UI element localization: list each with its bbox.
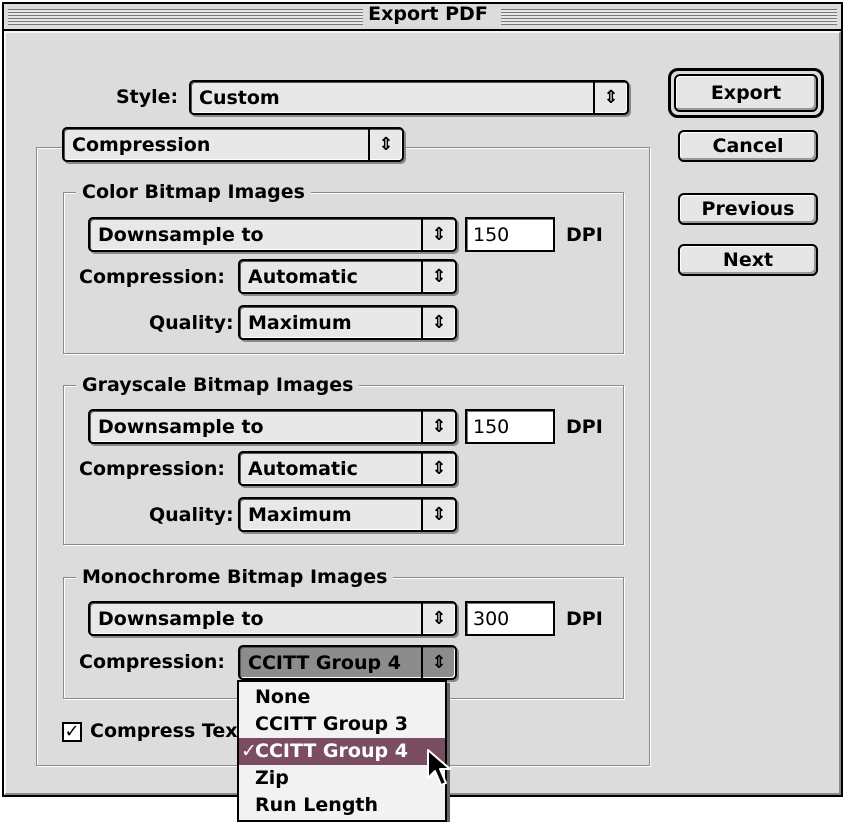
export-button[interactable]: Export <box>674 74 818 112</box>
color-sampling-value: Downsample to <box>98 224 264 246</box>
up-down-arrows-icon: ⇕ <box>368 129 402 160</box>
monochrome-compression-select[interactable]: CCITT Group 4 ⇕ <box>238 645 457 680</box>
grayscale-compression-label: Compression: <box>79 458 225 480</box>
style-label: Style: <box>116 86 179 108</box>
check-icon: ✓ <box>241 740 257 762</box>
up-down-arrows-icon: ⇕ <box>421 261 455 292</box>
previous-button[interactable]: Previous <box>678 193 818 225</box>
grayscale-sampling-value: Downsample to <box>98 416 264 438</box>
grayscale-bitmap-title: Grayscale Bitmap Images <box>76 374 360 396</box>
menu-item-ccitt-group-3[interactable]: CCITT Group 3 <box>239 711 445 738</box>
title-bar-stripes-right <box>501 9 837 25</box>
color-bitmap-title: Color Bitmap Images <box>76 181 311 203</box>
color-compression-label: Compression: <box>79 266 225 288</box>
style-select[interactable]: Custom ⇕ <box>189 80 629 115</box>
compress-text-checkbox[interactable]: ✓ <box>62 722 82 742</box>
monochrome-sampling-value: Downsample to <box>98 608 264 630</box>
color-quality-value: Maximum <box>248 312 352 334</box>
monochrome-dpi-field[interactable]: 300 <box>465 601 555 636</box>
up-down-arrows-icon: ⇕ <box>421 499 455 530</box>
grayscale-quality-label: Quality: <box>149 504 234 526</box>
menu-item-none[interactable]: None <box>239 684 445 711</box>
monochrome-compression-value: CCITT Group 4 <box>248 652 401 674</box>
color-compression-select[interactable]: Automatic ⇕ <box>238 259 457 294</box>
up-down-arrows-icon: ⇕ <box>421 219 455 250</box>
color-quality-select[interactable]: Maximum ⇕ <box>238 305 457 340</box>
next-button[interactable]: Next <box>678 244 818 276</box>
grayscale-compression-value: Automatic <box>248 458 358 480</box>
grayscale-dpi-field[interactable]: 150 <box>465 409 555 444</box>
monochrome-sampling-select[interactable]: Downsample to ⇕ <box>88 601 457 636</box>
grayscale-quality-value: Maximum <box>248 504 352 526</box>
up-down-arrows-icon: ⇕ <box>421 603 455 634</box>
style-select-value: Custom <box>199 87 280 109</box>
grayscale-compression-select[interactable]: Automatic ⇕ <box>238 451 457 486</box>
up-down-arrows-icon: ⇕ <box>421 453 455 484</box>
title-bar-stripes-left <box>8 9 363 25</box>
mouse-pointer-icon <box>427 749 451 786</box>
window-title: Export PDF <box>363 5 493 27</box>
monochrome-compression-label: Compression: <box>79 651 225 673</box>
up-down-arrows-icon: ⇕ <box>593 82 627 113</box>
color-sampling-select[interactable]: Downsample to ⇕ <box>88 217 457 252</box>
up-down-arrows-icon: ⇕ <box>421 647 455 678</box>
menu-item-run-length[interactable]: Run Length <box>239 792 445 819</box>
menu-item-ccitt-group-4-label: CCITT Group 4 <box>255 740 408 762</box>
color-dpi-field[interactable]: 150 <box>465 217 555 252</box>
compression-menu: None CCITT Group 3 ✓ CCITT Group 4 Zip R… <box>237 680 447 822</box>
up-down-arrows-icon: ⇕ <box>421 411 455 442</box>
color-quality-label: Quality: <box>149 312 234 334</box>
monochrome-dpi-unit: DPI <box>566 608 603 630</box>
compress-text-label: Compress Tex <box>90 720 238 742</box>
up-down-arrows-icon: ⇕ <box>421 307 455 338</box>
grayscale-dpi-unit: DPI <box>566 416 603 438</box>
color-compression-value: Automatic <box>248 266 358 288</box>
check-icon: ✓ <box>64 721 80 742</box>
section-select[interactable]: Compression ⇕ <box>62 127 404 162</box>
menu-item-ccitt-group-4[interactable]: ✓ CCITT Group 4 <box>239 738 445 765</box>
section-select-value: Compression <box>72 134 211 156</box>
monochrome-bitmap-title: Monochrome Bitmap Images <box>76 566 394 588</box>
grayscale-sampling-select[interactable]: Downsample to ⇕ <box>88 409 457 444</box>
grayscale-quality-select[interactable]: Maximum ⇕ <box>238 497 457 532</box>
color-dpi-unit: DPI <box>566 224 603 246</box>
menu-item-zip[interactable]: Zip <box>239 765 445 792</box>
cancel-button[interactable]: Cancel <box>678 130 818 162</box>
